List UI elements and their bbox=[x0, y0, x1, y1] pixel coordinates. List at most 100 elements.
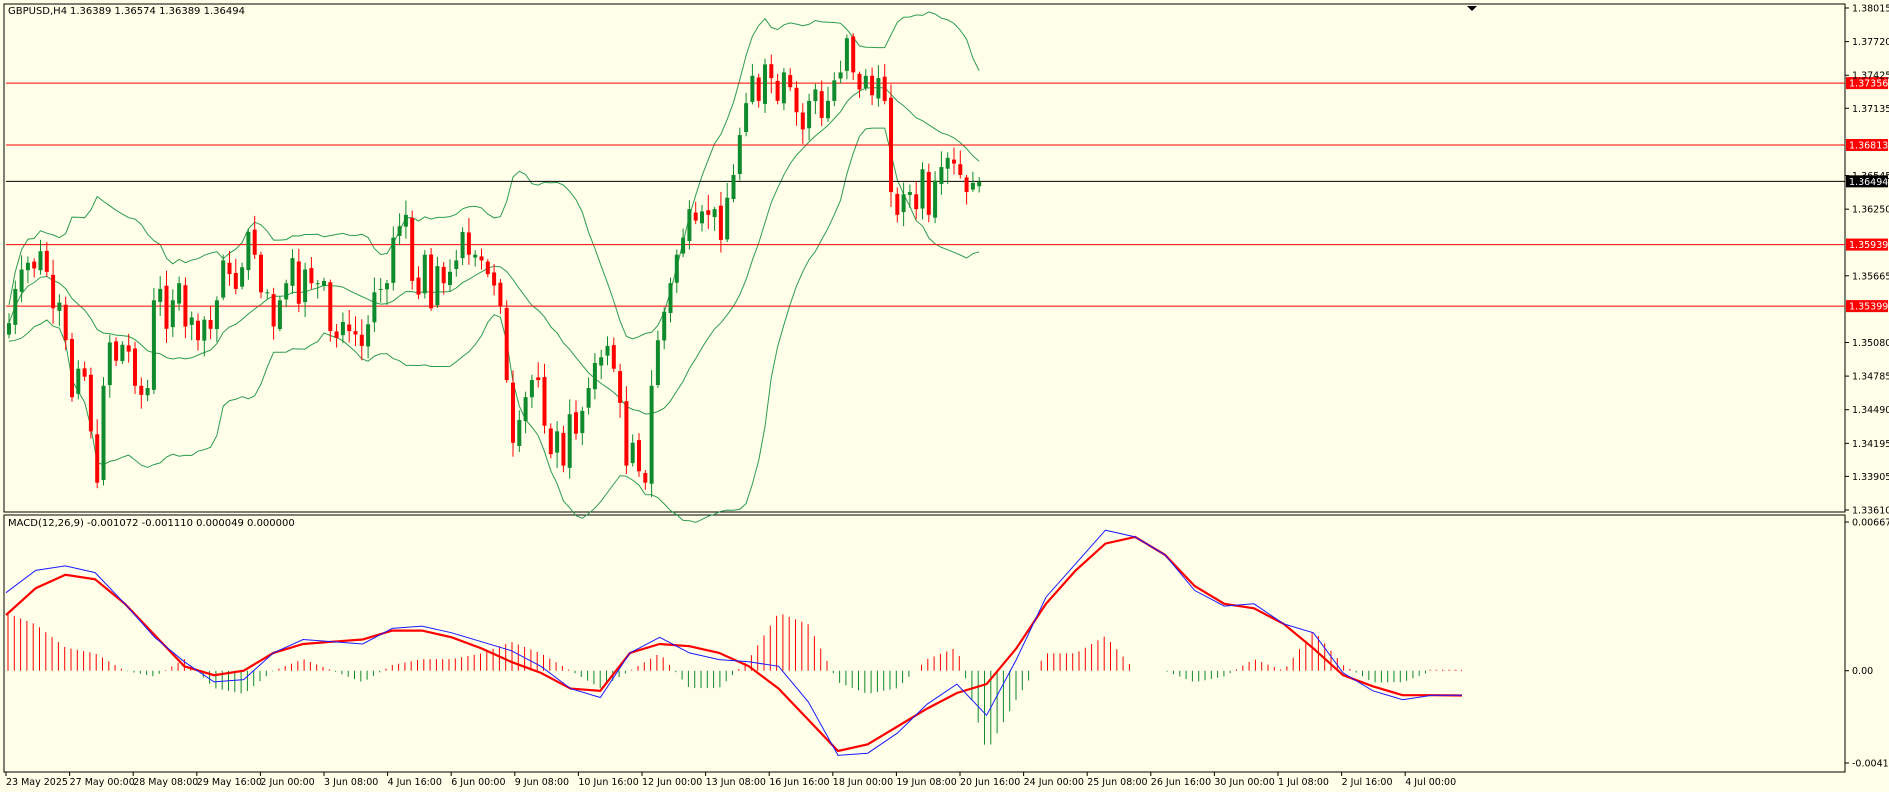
time-tick-label: 9 Jun 08:00 bbox=[515, 777, 569, 788]
candle-bull bbox=[177, 283, 182, 304]
candle-bull bbox=[781, 72, 786, 104]
candle-bull bbox=[700, 211, 704, 224]
candle-bull bbox=[844, 38, 849, 71]
candle-bear bbox=[819, 91, 824, 118]
candle-bear bbox=[492, 272, 497, 286]
macd-panel-border bbox=[3, 514, 1846, 773]
candle-bull bbox=[605, 345, 610, 356]
time-tick-label: 29 May 16:00 bbox=[197, 777, 262, 788]
candle-bear bbox=[328, 282, 333, 332]
candle-bear bbox=[958, 164, 963, 175]
candle-bull bbox=[580, 410, 585, 434]
candle-bull bbox=[807, 100, 812, 129]
candle-bull bbox=[920, 169, 925, 209]
candle-bull bbox=[120, 344, 125, 362]
candle-bull bbox=[712, 209, 717, 218]
candle-bear bbox=[889, 97, 893, 193]
candle-bull bbox=[599, 357, 604, 366]
candle-bear bbox=[498, 282, 503, 307]
time-tick-label: 25 Jun 08:00 bbox=[1087, 777, 1147, 788]
candle-bear bbox=[706, 210, 711, 215]
candle-bull bbox=[668, 283, 673, 314]
candle-bull bbox=[340, 321, 345, 336]
candle-bull bbox=[939, 166, 944, 185]
candle-bull bbox=[385, 283, 389, 290]
candle-bull bbox=[674, 254, 679, 283]
candle-bear bbox=[196, 320, 200, 341]
candle-bear bbox=[775, 80, 780, 101]
candle-bear bbox=[561, 432, 566, 466]
candle-bear bbox=[718, 205, 723, 240]
candle-bull bbox=[221, 260, 226, 298]
time-tick-label: 16 Jun 16:00 bbox=[769, 777, 829, 788]
candle-bull bbox=[517, 419, 522, 446]
candle-bull bbox=[832, 80, 837, 101]
candle-bull bbox=[7, 323, 11, 335]
time-tick-label: 30 Jun 00:00 bbox=[1214, 777, 1274, 788]
candle-bull bbox=[378, 288, 383, 290]
candle-bull bbox=[454, 260, 459, 270]
price-tick-label: 1.38015 bbox=[1852, 4, 1889, 15]
candle-bull bbox=[838, 72, 843, 79]
candle-bull bbox=[750, 75, 755, 102]
time-tick-label: 23 May 2025 bbox=[6, 777, 68, 788]
time-tick-label: 24 Jun 00:00 bbox=[1024, 777, 1084, 788]
candle-bear bbox=[271, 294, 276, 327]
candle-bull bbox=[473, 254, 478, 258]
candle-bull bbox=[876, 78, 881, 99]
candle-bull bbox=[158, 288, 163, 302]
candle-bear bbox=[334, 331, 339, 338]
macd-label: MACD(12,26,9) -0.001072 -0.001110 0.0000… bbox=[8, 518, 295, 529]
candle-bull bbox=[586, 388, 591, 408]
candle-bear bbox=[466, 232, 471, 255]
candle-bear bbox=[429, 254, 434, 309]
candle-bear bbox=[542, 377, 547, 426]
price-panel-border bbox=[3, 3, 1846, 513]
macd-tick-label: -0.004139 bbox=[1852, 759, 1889, 770]
candle-bull bbox=[202, 319, 207, 341]
candle-bull bbox=[649, 385, 654, 484]
candle-bull bbox=[523, 397, 528, 422]
time-tick-label: 4 Jun 16:00 bbox=[388, 777, 442, 788]
candle-bear bbox=[126, 345, 131, 352]
candle-bull bbox=[366, 324, 371, 347]
candle-bear bbox=[479, 256, 484, 261]
candle-bull bbox=[435, 266, 440, 306]
candle-bear bbox=[296, 261, 301, 304]
candle-bull bbox=[744, 103, 749, 132]
time-tick-label: 18 Jun 00:00 bbox=[833, 777, 893, 788]
candle-bear bbox=[133, 348, 137, 386]
candle-bear bbox=[624, 401, 629, 466]
time-tick-label: 1 Jul 08:00 bbox=[1278, 777, 1329, 788]
candle-bull bbox=[57, 302, 62, 311]
candle-bear bbox=[82, 368, 87, 377]
price-tick-label: 1.33905 bbox=[1852, 472, 1889, 483]
candle-bear bbox=[32, 261, 37, 269]
candle-bull bbox=[403, 214, 408, 227]
candle-bull bbox=[945, 157, 950, 169]
candle-bull bbox=[813, 89, 818, 102]
candle-bull bbox=[13, 288, 18, 325]
candle-bear bbox=[95, 434, 100, 483]
price-tick-label: 1.36250 bbox=[1852, 205, 1889, 216]
price-tick-label: 1.37135 bbox=[1852, 104, 1889, 115]
candle-bull bbox=[422, 254, 427, 294]
candle-bull bbox=[284, 283, 289, 300]
candle-bear bbox=[637, 440, 641, 472]
shift-marker[interactable] bbox=[1467, 6, 1477, 11]
price-chart: 1.373561.368131.359391.353991.36494 1.38… bbox=[3, 3, 1889, 788]
candle-bull bbox=[567, 414, 572, 468]
time-tick-label: 2 Jun 00:00 bbox=[260, 777, 314, 788]
time-tick-label: 20 Jun 16:00 bbox=[960, 777, 1020, 788]
candle-bear bbox=[756, 77, 761, 101]
candle-bull bbox=[863, 75, 868, 88]
time-tick-label: 27 May 00:00 bbox=[70, 777, 135, 788]
candle-bear bbox=[504, 307, 509, 381]
time-tick-label: 10 Jun 16:00 bbox=[578, 777, 638, 788]
candle-bull bbox=[592, 362, 597, 390]
candle-bear bbox=[964, 177, 969, 193]
candle-bull bbox=[107, 342, 112, 386]
candle-bull bbox=[460, 231, 465, 259]
candle-bull bbox=[322, 280, 326, 287]
price-tick-label: 1.34195 bbox=[1852, 439, 1889, 450]
